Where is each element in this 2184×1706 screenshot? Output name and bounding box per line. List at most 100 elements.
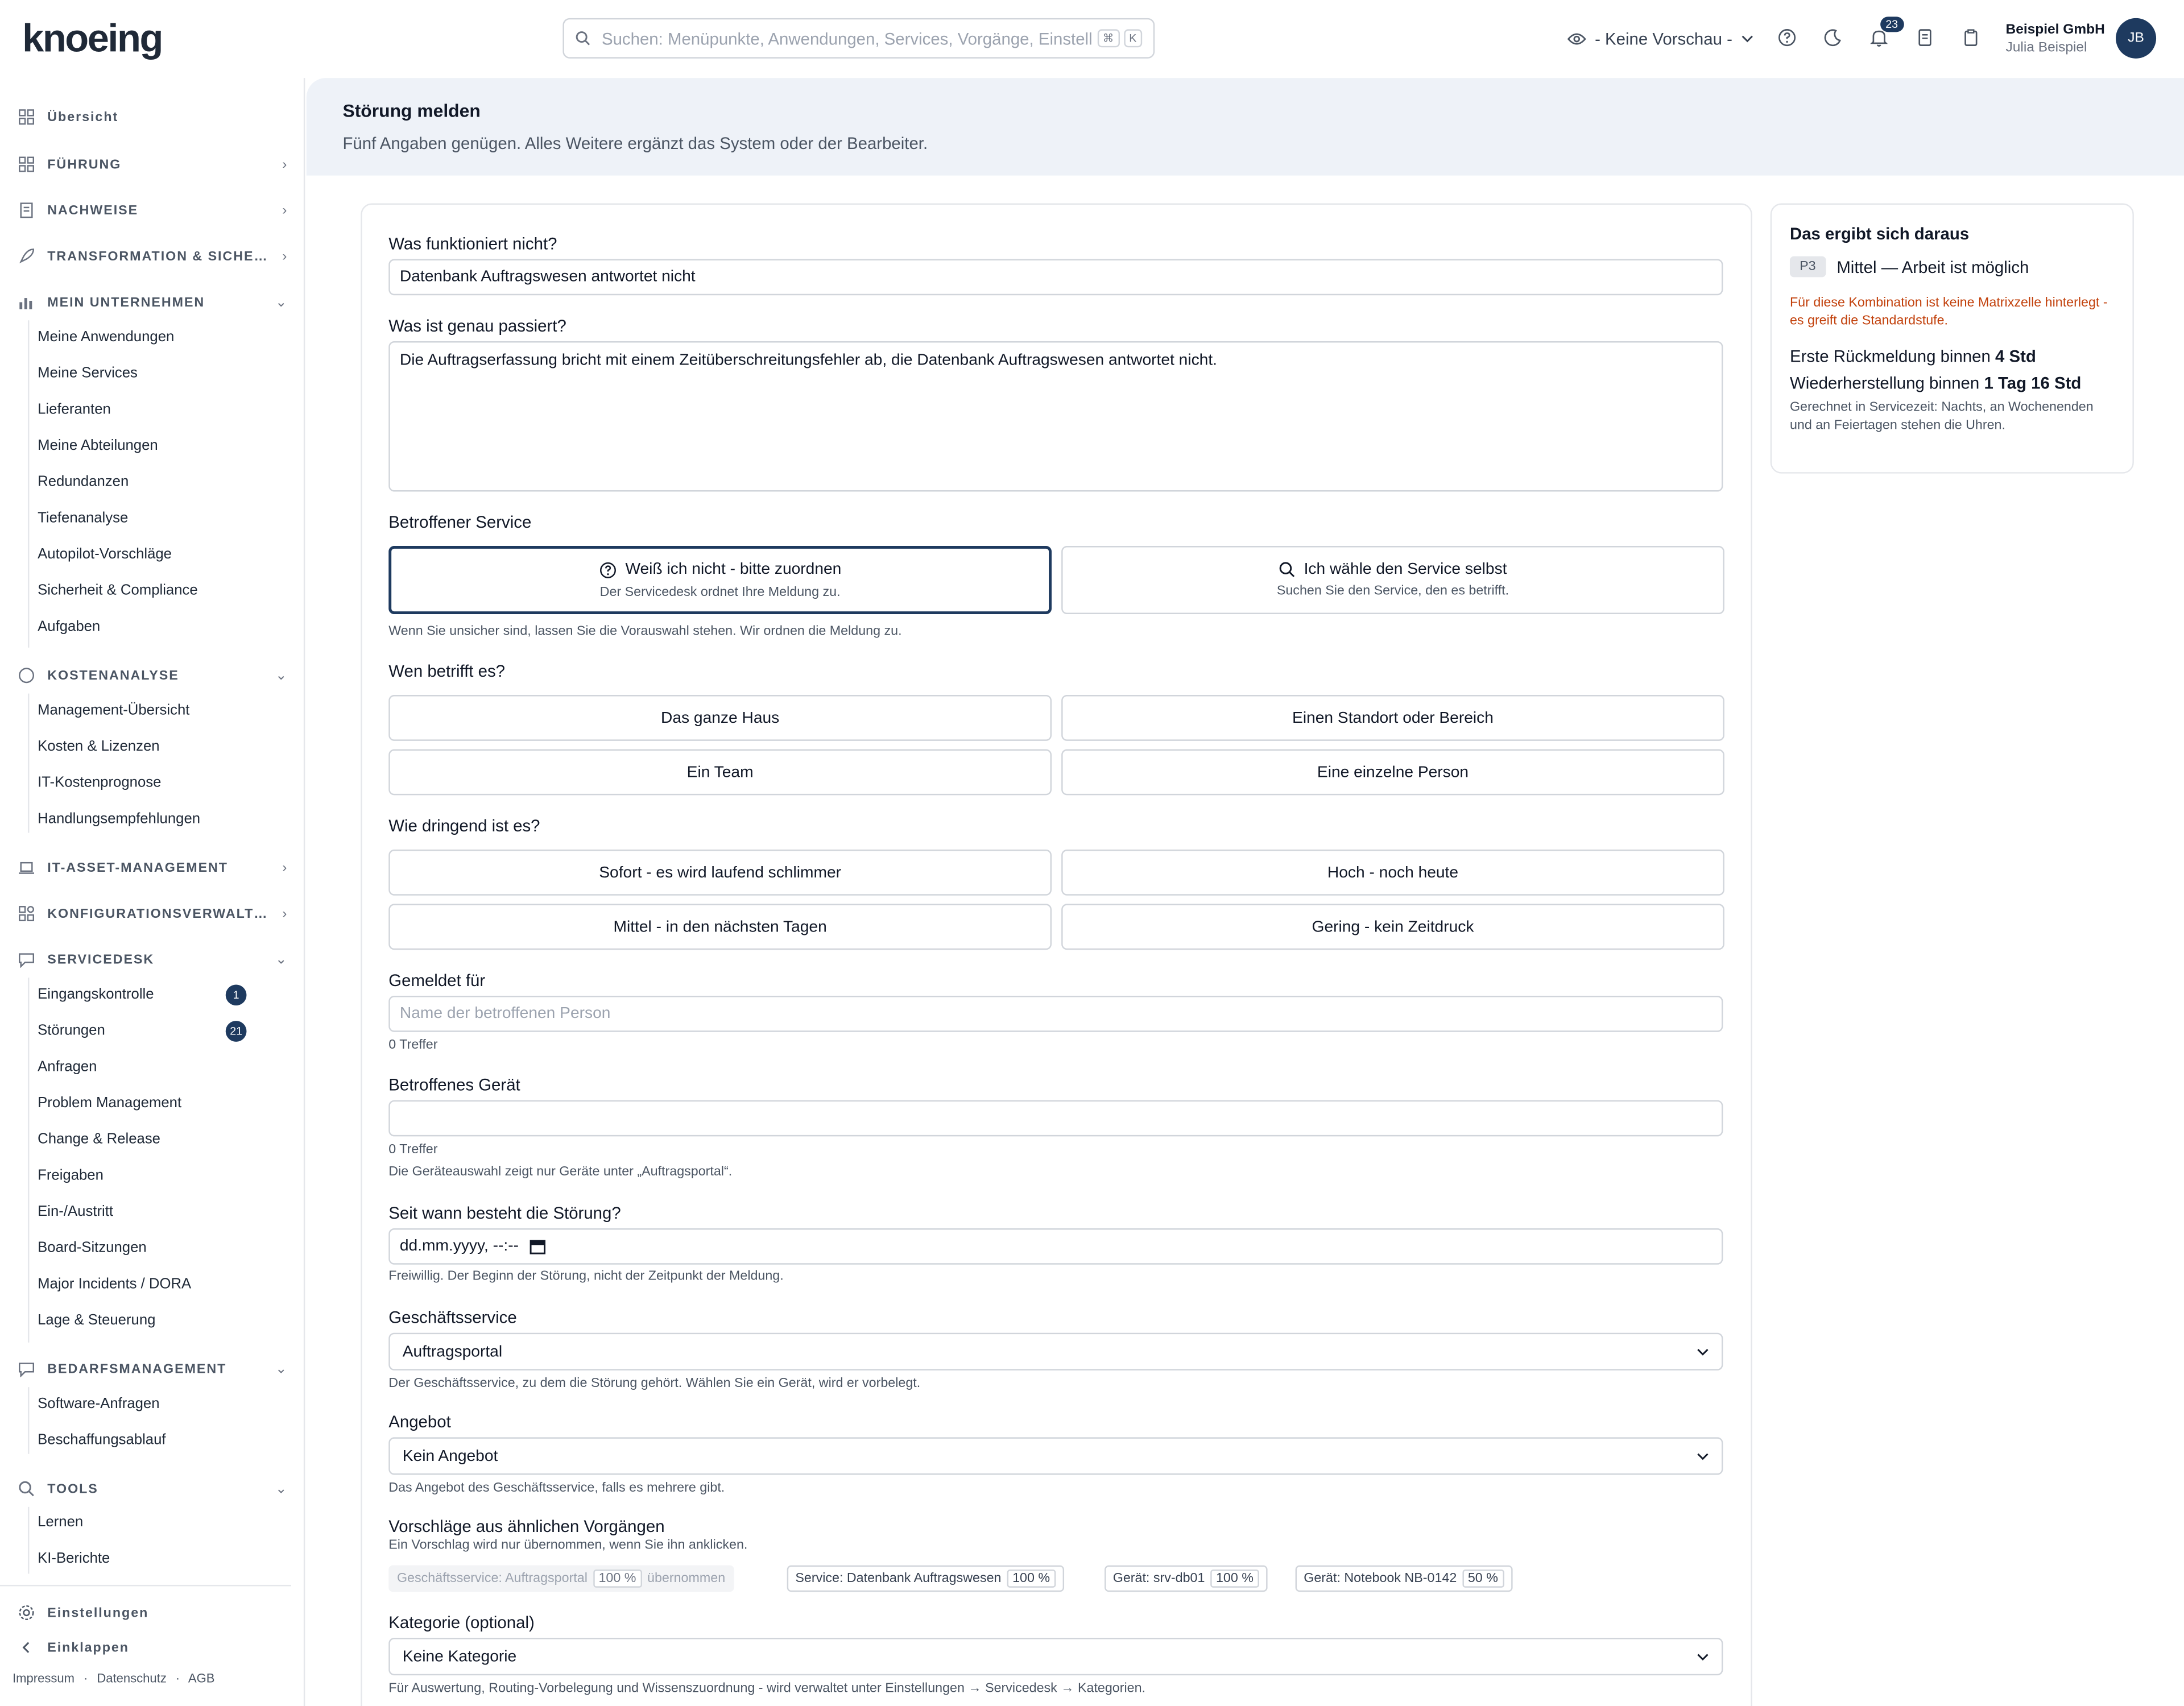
sidebar-item-settings[interactable]: Einstellungen <box>18 1599 287 1626</box>
chip-score: 100 % <box>593 1570 642 1588</box>
grid-icon <box>18 109 35 125</box>
sidebar-item-stoerungen[interactable]: Störungen 21 <box>38 1021 247 1042</box>
urgency-option-low[interactable]: Gering - kein Zeitdruck <box>1061 904 1724 950</box>
sidebar-item[interactable]: Meine Services <box>38 365 246 382</box>
who-option-whole-house[interactable]: Das ganze Haus <box>388 695 1052 741</box>
sidebar-section-tools[interactable]: TOOLS ⌄ <box>18 1475 287 1502</box>
sidebar-section-nachweise[interactable]: NACHWEISE › <box>18 196 287 224</box>
since-datetime-input[interactable]: dd.mm.yyyy, --:-- <box>388 1228 1723 1265</box>
chip-label: Gerät: Notebook NB-0142 <box>1304 1571 1457 1587</box>
sidebar-section-servicedesk[interactable]: SERVICEDESK ⌄ <box>18 946 287 974</box>
reported-for-hits: 0 Treffer <box>388 1037 438 1053</box>
account-info[interactable]: Beispiel GmbH Julia Beispiel <box>2006 21 2105 57</box>
sidebar-item[interactable]: Freigaben <box>38 1167 246 1183</box>
avatar[interactable]: JB <box>2116 18 2157 59</box>
priority-row: P3 Mittel — Arbeit ist möglich <box>1789 256 2115 278</box>
laptop-icon <box>18 859 35 876</box>
sidebar-section-fuehrung[interactable]: FÜHRUNG › <box>18 150 287 178</box>
urgency-option-medium[interactable]: Mittel - in den nächsten Tagen <box>388 904 1052 950</box>
app-logo[interactable]: knoeing <box>22 16 163 61</box>
sidebar-section-label: MEIN UNTERNEHMEN <box>47 294 205 310</box>
sidebar-item[interactable]: Lernen <box>38 1514 246 1530</box>
reported-for-input[interactable]: Name der betroffenen Person <box>388 996 1723 1032</box>
sidebar-section-label: FÜHRUNG <box>47 156 122 172</box>
sidebar-item[interactable]: Aufgaben <box>38 618 246 635</box>
sidebar-section-unternehmen[interactable]: MEIN UNTERNEHMEN ⌄ <box>18 288 287 316</box>
preview-selector[interactable]: - Keine Vorschau - <box>1567 29 1753 49</box>
suggestion-chip-service[interactable]: Service: Datenbank Auftragswesen 100 % <box>787 1565 1064 1592</box>
sidebar-section-bedarf[interactable]: BEDARFSMANAGEMENT ⌄ <box>18 1355 287 1383</box>
first-response-label: Erste Rückmeldung binnen <box>1789 346 1991 367</box>
theme-toggle-icon[interactable] <box>1823 28 1845 50</box>
sidebar-item[interactable]: Lage & Steuerung <box>38 1312 246 1328</box>
calendar-icon[interactable] <box>530 1238 547 1254</box>
bell-icon[interactable]: 23 <box>1869 16 1904 50</box>
option-title: Weiß ich nicht - bitte zuordnen <box>625 561 842 578</box>
chevron-down-icon <box>1741 35 1753 43</box>
sidebar-item[interactable]: Redundanzen <box>38 474 246 490</box>
sidebar-section-label: BEDARFSMANAGEMENT <box>47 1361 227 1377</box>
global-search[interactable]: Suchen: Menüpunkte, Anwendungen, Service… <box>562 18 1155 59</box>
who-option-location[interactable]: Einen Standort oder Bereich <box>1061 695 1724 741</box>
sidebar-item[interactable]: Anfragen <box>38 1058 246 1075</box>
sidebar-item[interactable]: KI-Berichte <box>38 1550 246 1567</box>
sidebar-item[interactable]: Sicherheit & Compliance <box>38 582 246 599</box>
impressum-link[interactable]: Impressum <box>13 1671 75 1685</box>
sidebar-section-transformation[interactable]: TRANSFORMATION & SICHERHEIT › <box>18 242 287 270</box>
who-option-team[interactable]: Ein Team <box>388 749 1052 796</box>
urgency-option-immediate[interactable]: Sofort - es wird laufend schlimmer <box>388 849 1052 896</box>
sidebar-item[interactable]: Tiefenanalyse <box>38 510 246 526</box>
since-label: Seit wann besteht die Störung? <box>388 1203 621 1223</box>
sidebar-item[interactable]: Change & Release <box>38 1131 246 1148</box>
device-input[interactable] <box>388 1100 1723 1137</box>
service-select-option[interactable]: Ich wähle den Service selbst Suchen Sie … <box>1061 546 1724 615</box>
select-value: Keine Kategorie <box>402 1648 517 1665</box>
help-icon[interactable] <box>1777 28 1799 50</box>
clipboard-icon[interactable] <box>1961 28 1983 50</box>
urgency-option-high[interactable]: Hoch - noch heute <box>1061 849 1724 896</box>
result-card: Das ergibt sich daraus P3 Mittel — Arbei… <box>1770 203 2134 474</box>
agb-link[interactable]: AGB <box>188 1671 215 1685</box>
suggestion-chip-device[interactable]: Gerät: Notebook NB-0142 50 % <box>1295 1565 1512 1592</box>
sidebar <box>0 78 305 1706</box>
sidebar-item[interactable]: Software-Anfragen <box>38 1396 246 1412</box>
sidebar-section-konfig[interactable]: KONFIGURATIONSVERWALTUNG › <box>18 900 287 927</box>
sidebar-item[interactable]: IT-Kostenprognose <box>38 775 246 791</box>
sidebar-item[interactable]: Lieferanten <box>38 401 246 417</box>
sidebar-item[interactable]: Meine Abteilungen <box>38 437 246 454</box>
chat-icon <box>18 1361 35 1378</box>
sidebar-item[interactable]: Management-Übersicht <box>38 702 246 718</box>
sidebar-item[interactable]: Board-Sitzungen <box>38 1240 246 1256</box>
datenschutz-link[interactable]: Datenschutz <box>97 1671 167 1685</box>
service-unknown-option[interactable]: Weiß ich nicht - bitte zuordnen Der Serv… <box>388 546 1052 615</box>
sidebar-item-eingangskontrolle[interactable]: Eingangskontrolle 1 <box>38 984 247 1006</box>
sidebar-collapse[interactable]: Einklappen <box>18 1634 287 1662</box>
sidebar-item-overview[interactable]: Übersicht <box>18 103 287 131</box>
chat-icon <box>18 951 35 968</box>
what-input[interactable]: Datenbank Auftragswesen antwortet nicht <box>388 259 1723 296</box>
sidebar-item[interactable]: Kosten & Lizenzen <box>38 738 246 755</box>
who-label: Wen betrifft es? <box>388 661 506 681</box>
sidebar-item[interactable]: Autopilot-Vorschläge <box>38 546 246 562</box>
offer-hint: Das Angebot des Geschäftsservice, falls … <box>388 1480 725 1496</box>
sidebar-section-itam[interactable]: IT-ASSET-MANAGEMENT › <box>18 854 287 881</box>
offer-select[interactable]: Kein Angebot <box>388 1437 1723 1475</box>
category-select[interactable]: Keine Kategorie <box>388 1638 1723 1676</box>
business-service-select[interactable]: Auftragsportal <box>388 1332 1723 1370</box>
sidebar-item[interactable]: Beschaffungsablauf <box>38 1432 246 1448</box>
suggestion-chip-device[interactable]: Gerät: srv-db01 100 % <box>1105 1565 1268 1592</box>
separator-dot: · <box>175 1671 180 1686</box>
who-option-person[interactable]: Eine einzelne Person <box>1061 749 1724 796</box>
sidebar-item[interactable]: Handlungsempfehlungen <box>38 810 246 827</box>
sidebar-section-kosten[interactable]: KOSTENANALYSE ⌄ <box>18 661 287 689</box>
sidebar-item[interactable]: Ein-/Austritt <box>38 1203 246 1220</box>
chevron-down-icon: ⌄ <box>275 951 287 967</box>
service-label: Betroffener Service <box>388 512 532 532</box>
sidebar-item[interactable]: Major Incidents / DORA <box>38 1276 246 1292</box>
sidebar-item[interactable]: Meine Anwendungen <box>38 329 246 345</box>
first-response-value: 4 Std <box>1995 346 2036 367</box>
sidebar-item[interactable]: Problem Management <box>38 1095 246 1111</box>
details-textarea[interactable]: Die Auftragserfassung bricht mit einem Z… <box>388 341 1723 492</box>
document-icon[interactable] <box>1915 28 1937 50</box>
restore-line: Wiederherstellung binnen 1 Tag 16 Std <box>1790 373 2115 392</box>
